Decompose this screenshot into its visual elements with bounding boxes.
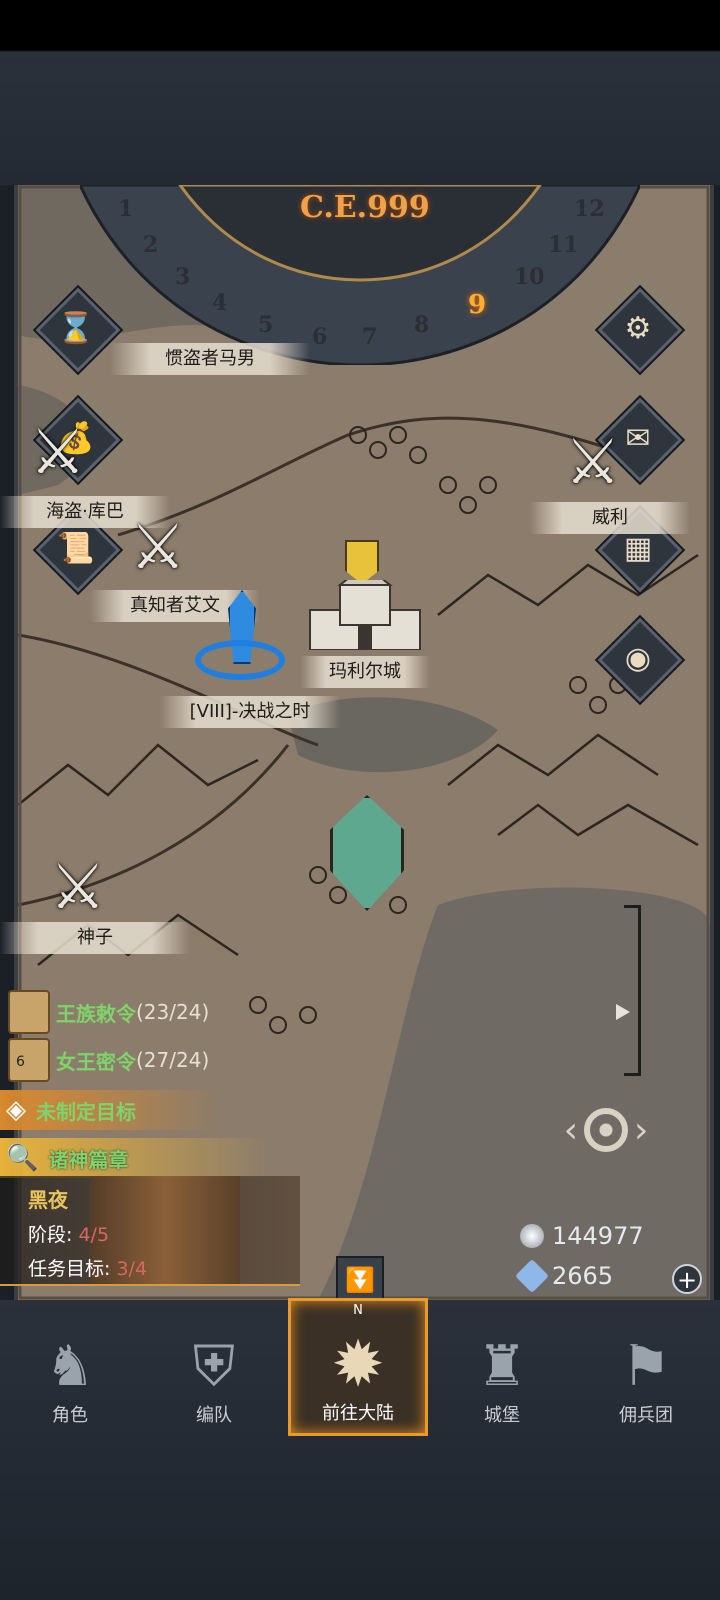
month-7: 7 bbox=[362, 324, 378, 350]
helmet-icon bbox=[330, 795, 404, 911]
quest-goal[interactable]: ◈ 未制定目标 bbox=[0, 1090, 220, 1130]
recenter-button[interactable]: ‹ › bbox=[556, 1095, 656, 1165]
month-4: 4 bbox=[212, 290, 228, 316]
crystal-icon bbox=[515, 1259, 549, 1293]
chevron-left-icon: ‹ bbox=[563, 1109, 578, 1151]
quest-chapter-title: 诸神篇章 bbox=[48, 1147, 129, 1172]
hourglass-icon: ⌛ bbox=[57, 310, 95, 346]
scroll-icon: 6 bbox=[8, 1038, 50, 1082]
add-crystal-button[interactable]: + bbox=[672, 1264, 702, 1294]
silver-coin-icon bbox=[520, 1224, 544, 1248]
tab-formation-label: 编队 bbox=[196, 1405, 232, 1426]
month-10: 10 bbox=[514, 264, 545, 290]
top-frame bbox=[0, 0, 720, 185]
zoom-slider-handle[interactable] bbox=[616, 1004, 630, 1020]
tab-formation[interactable]: ⛨ 编队 bbox=[144, 1310, 284, 1435]
silver-amount: 144977 bbox=[552, 1222, 644, 1250]
target-check-icon: ◈ bbox=[6, 1095, 26, 1125]
story-panel[interactable]: 黑夜 阶段: 4/5 任务目标: 3/4 bbox=[0, 1176, 300, 1286]
story-stage: 阶段: 4/5 bbox=[28, 1220, 109, 1247]
month-8: 8 bbox=[414, 312, 430, 338]
map-label-shenzi[interactable]: 神子 bbox=[0, 922, 190, 954]
tab-mercenary-label: 佣兵团 bbox=[619, 1405, 673, 1426]
era-year: C.E.999 bbox=[300, 190, 430, 225]
month-11: 11 bbox=[548, 232, 579, 258]
player-location-pin[interactable] bbox=[330, 795, 404, 915]
crossed-swords-icon[interactable]: ⚔ bbox=[50, 850, 106, 923]
battle-marker[interactable] bbox=[190, 590, 290, 700]
chevron-right-icon: › bbox=[634, 1109, 649, 1151]
zoom-slider[interactable] bbox=[616, 905, 641, 1076]
quest-queen-progress: (27/24) bbox=[136, 1048, 210, 1072]
month-3: 3 bbox=[175, 264, 191, 290]
quest-royal-title: 王族敕令 bbox=[56, 1001, 136, 1026]
down-arrow-icon: ⏬ bbox=[345, 1266, 375, 1294]
quest-royal[interactable]: 王族敕令 (23/24) bbox=[0, 990, 210, 1034]
coin-icon: ◉ bbox=[624, 640, 652, 676]
quest-queen-title: 女王密令 bbox=[56, 1049, 136, 1074]
tab-mercenary[interactable]: ⚑ 佣兵团 bbox=[576, 1310, 716, 1435]
month-5: 5 bbox=[258, 312, 274, 338]
crossed-swords-icon[interactable]: ⚔ bbox=[130, 510, 186, 583]
month-1: 1 bbox=[118, 196, 134, 222]
crystal-resource: 2665 bbox=[515, 1259, 614, 1293]
knight-icon: ♞ bbox=[44, 1334, 96, 1399]
crossed-swords-icon[interactable]: ⚔ bbox=[565, 425, 621, 498]
castle-marker[interactable] bbox=[300, 540, 430, 650]
tab-continent-label: 前往大陆 bbox=[322, 1403, 394, 1424]
castle-icon: ♜ bbox=[476, 1334, 528, 1399]
story-task: 任务目标: 3/4 bbox=[28, 1254, 147, 1281]
crystal-amount: 2665 bbox=[552, 1262, 614, 1290]
month-12: 12 bbox=[574, 196, 605, 222]
quest-goal-title: 未制定目标 bbox=[36, 1099, 136, 1124]
compass-letter: N bbox=[353, 1303, 363, 1318]
silver-resource: 144977 bbox=[520, 1222, 644, 1250]
story-title: 黑夜 bbox=[28, 1188, 68, 1212]
faction-banner-icon bbox=[345, 540, 379, 584]
collapse-button[interactable]: ⏬ bbox=[336, 1256, 384, 1304]
blue-ring-icon bbox=[195, 640, 285, 680]
scroll-icon bbox=[8, 990, 50, 1034]
story-task-value: 3/4 bbox=[116, 1258, 148, 1280]
story-task-label: 任务目标: bbox=[28, 1258, 111, 1280]
crossed-swords-icon[interactable]: ⚔ bbox=[30, 415, 86, 488]
tab-character-label: 角色 bbox=[52, 1405, 88, 1426]
month-2: 2 bbox=[143, 232, 159, 258]
quest-queen[interactable]: 6 女王密令 (27/24) bbox=[0, 1038, 210, 1082]
tab-character[interactable]: ♞ 角色 bbox=[0, 1310, 140, 1435]
target-icon bbox=[584, 1108, 628, 1152]
tab-castle[interactable]: ♜ 城堡 bbox=[432, 1310, 572, 1435]
helmet-icon: ⛨ bbox=[193, 1334, 235, 1399]
map-label-weili[interactable]: 威利 bbox=[530, 502, 690, 534]
month-9: 9 bbox=[468, 290, 487, 320]
quest-queen-badge: 6 bbox=[16, 1054, 25, 1070]
month-6: 6 bbox=[312, 324, 328, 350]
story-stage-value: 4/5 bbox=[78, 1224, 110, 1246]
tab-castle-label: 城堡 bbox=[484, 1405, 520, 1426]
map-label-battle[interactable]: [VIII]-决战之时 bbox=[160, 696, 340, 728]
map-label-thief[interactable]: 惯盗者马男 bbox=[110, 343, 310, 375]
search-icon: 🔍 bbox=[6, 1143, 39, 1173]
castle-icon bbox=[309, 580, 421, 650]
compass-icon: ✹ bbox=[331, 1328, 385, 1402]
mercenary-icon: ⚑ bbox=[620, 1334, 672, 1399]
map-label-castle[interactable]: 玛利尔城 bbox=[300, 656, 430, 688]
quest-chapter[interactable]: 🔍 诸神篇章 bbox=[0, 1138, 270, 1178]
gear-icon: ⚙ bbox=[624, 310, 652, 346]
tab-continent[interactable]: N ✹ 前往大陆 bbox=[288, 1298, 428, 1436]
story-stage-label: 阶段: bbox=[28, 1224, 73, 1246]
quest-royal-progress: (23/24) bbox=[136, 1000, 210, 1024]
